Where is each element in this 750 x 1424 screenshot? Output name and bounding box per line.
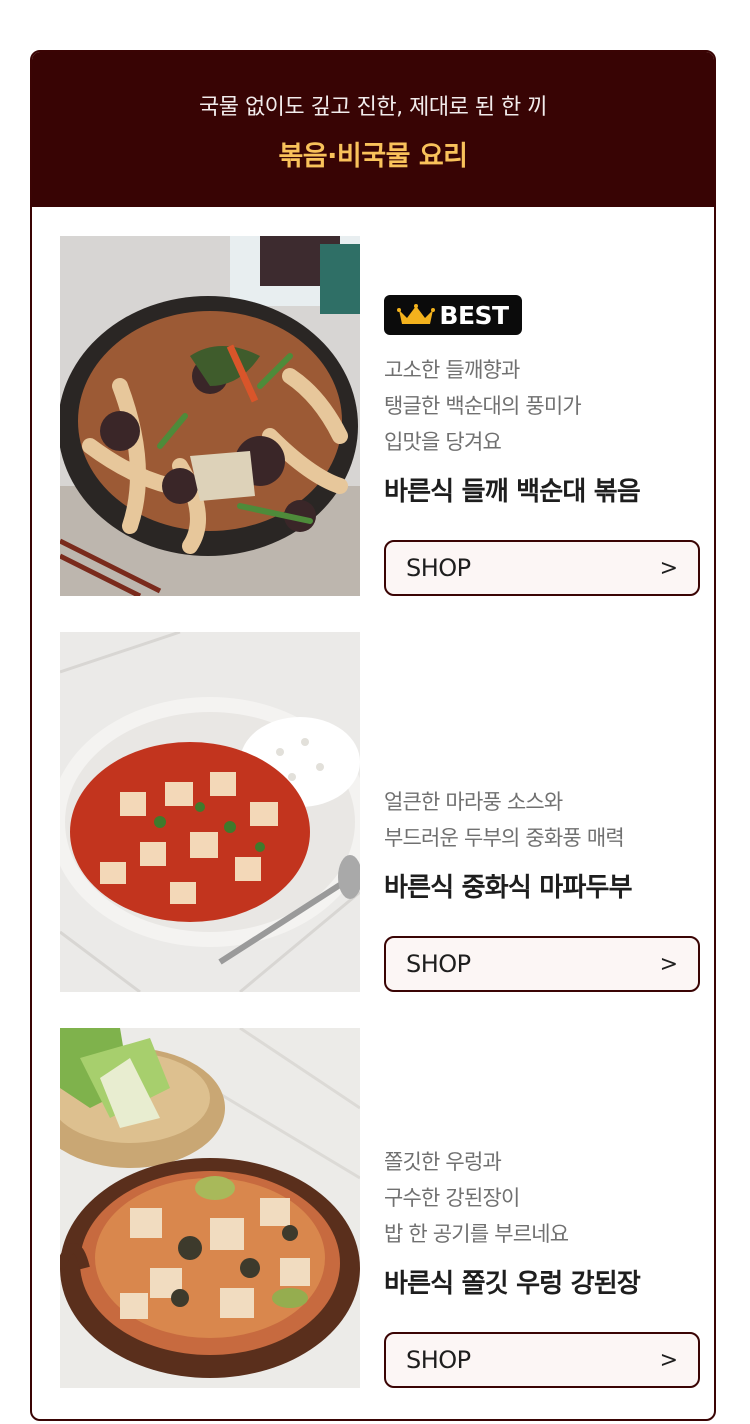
- product-item: BEST 고소한 들깨향과 탱글한 백순대의 풍미가 입맛을 당겨요 바른식 들…: [60, 236, 700, 596]
- promo-card: 국물 없이도 깊고 진한, 제대로 된 한 끼 볶음·비국물 요리 BEST 고…: [30, 50, 716, 1421]
- description-line: 입맛을 당겨요: [384, 430, 502, 454]
- chevron-right-icon: >: [659, 1347, 678, 1373]
- description-line: 구수한 강된장이: [384, 1186, 520, 1210]
- product-photo-gangdoenjang[interactable]: [60, 1028, 360, 1388]
- description-line: 얼큰한 마라풍 소스와: [384, 790, 563, 814]
- description-line: 고소한 들깨향과: [384, 358, 520, 382]
- shop-button-label: SHOP: [406, 1346, 471, 1374]
- shop-button[interactable]: SHOP >: [384, 936, 700, 992]
- product-description: 얼큰한 마라풍 소스와 부드러운 두부의 중화풍 매력: [384, 784, 625, 856]
- shop-button-label: SHOP: [406, 950, 471, 978]
- product-name[interactable]: 바른식 들깨 백순대 볶음: [384, 471, 641, 508]
- best-badge: BEST: [384, 295, 522, 335]
- product-name[interactable]: 바른식 중화식 마파두부: [384, 867, 633, 904]
- description-line: 탱글한 백순대의 풍미가: [384, 394, 582, 418]
- shop-button[interactable]: SHOP >: [384, 540, 700, 596]
- product-item: 얼큰한 마라풍 소스와 부드러운 두부의 중화풍 매력 바른식 중화식 마파두부…: [60, 632, 700, 992]
- shop-button-label: SHOP: [406, 554, 471, 582]
- description-line: 부드러운 두부의 중화풍 매력: [384, 826, 625, 850]
- chevron-right-icon: >: [659, 951, 678, 977]
- product-photo-backsundae[interactable]: [60, 236, 360, 596]
- description-line: 쫄깃한 우렁과: [384, 1150, 502, 1174]
- product-photo-mapotofu[interactable]: [60, 632, 360, 992]
- product-info: 얼큰한 마라풍 소스와 부드러운 두부의 중화풍 매력 바른식 중화식 마파두부…: [384, 632, 700, 992]
- product-description: 고소한 들깨향과 탱글한 백순대의 풍미가 입맛을 당겨요: [384, 352, 582, 460]
- badge-label: BEST: [439, 300, 509, 330]
- product-info: 쫄깃한 우렁과 구수한 강된장이 밥 한 공기를 부르네요 바른식 쫄깃 우렁 …: [384, 1028, 700, 1388]
- product-item: 쫄깃한 우렁과 구수한 강된장이 밥 한 공기를 부르네요 바른식 쫄깃 우렁 …: [60, 1028, 700, 1388]
- chevron-right-icon: >: [659, 555, 678, 581]
- description-line: 밥 한 공기를 부르네요: [384, 1222, 569, 1246]
- header-subtitle: 국물 없이도 깊고 진한, 제대로 된 한 끼: [198, 95, 548, 120]
- product-info: BEST 고소한 들깨향과 탱글한 백순대의 풍미가 입맛을 당겨요 바른식 들…: [384, 236, 700, 596]
- crown-icon: [397, 304, 436, 324]
- product-name[interactable]: 바른식 쫄깃 우렁 강된장: [384, 1263, 641, 1300]
- product-description: 쫄깃한 우렁과 구수한 강된장이 밥 한 공기를 부르네요: [384, 1144, 569, 1252]
- promo-header: 국물 없이도 깊고 진한, 제대로 된 한 끼 볶음·비국물 요리: [32, 52, 714, 207]
- shop-button[interactable]: SHOP >: [384, 1332, 700, 1388]
- header-title: 볶음·비국물 요리: [278, 141, 468, 172]
